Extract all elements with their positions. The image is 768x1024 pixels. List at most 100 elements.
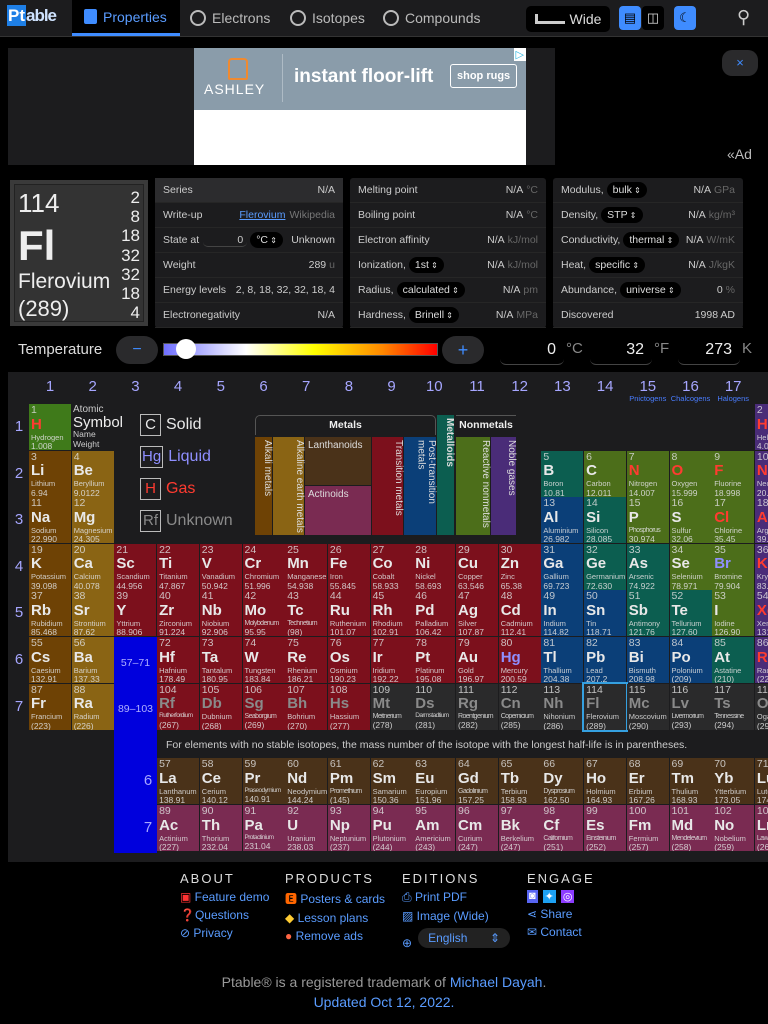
element-thorium[interactable]: 90 Th Thorium 232.04 bbox=[199, 805, 242, 851]
element-tellurium[interactable]: 52 Te Tellurium 127.60 bbox=[669, 590, 712, 637]
element-selenium[interactable]: 34 Se Selenium 78.971 bbox=[669, 543, 712, 590]
element-yttrium[interactable]: 39 Y Yttrium 88.906 bbox=[114, 590, 157, 637]
element-thulium[interactable]: 69 Tm Thulium 168.93 bbox=[669, 758, 712, 804]
element-carbon[interactable]: 6 C Carbon 12.011 bbox=[584, 450, 627, 497]
layout-side-button[interactable]: ◫ bbox=[642, 6, 664, 30]
element-berkelium[interactable]: 97 Bk Berkelium (247) bbox=[498, 805, 541, 851]
layout-top-button[interactable]: ▤ bbox=[619, 6, 641, 30]
wikipedia-link[interactable]: Wikipedia bbox=[289, 209, 335, 221]
element-manganese[interactable]: 25 Mn Manganese 54.938 bbox=[285, 543, 328, 590]
element-iodine[interactable]: 53 I Iodine 126.90 bbox=[712, 590, 755, 637]
group-number[interactable]: 11 bbox=[456, 378, 498, 395]
element-einsteinium[interactable]: 99 Es Einsteinium (252) bbox=[584, 805, 627, 851]
element-curium[interactable]: 96 Cm Curium (247) bbox=[456, 805, 498, 851]
element-rhodium[interactable]: 45 Rh Rhodium 102.91 bbox=[370, 590, 413, 637]
element-bismuth[interactable]: 83 Bi Bismuth 208.98 bbox=[626, 637, 669, 683]
element-beryllium[interactable]: 4 Be Beryllium 9.0122 bbox=[71, 450, 114, 497]
element-technetium[interactable]: 43 Tc Technetium (98) bbox=[285, 590, 328, 637]
privacy-link[interactable]: ⊘ Privacy bbox=[180, 926, 269, 940]
legend-post-transition-metals[interactable]: Post-transition metals bbox=[404, 437, 437, 535]
kelvin-input[interactable]: 273 bbox=[678, 335, 740, 365]
property-select[interactable]: STP bbox=[601, 207, 643, 223]
group-number[interactable]: 10 bbox=[413, 378, 455, 395]
element-copper[interactable]: 29 Cu Copper 63.546 bbox=[456, 543, 498, 590]
writeup-link[interactable]: Flerovium bbox=[239, 209, 285, 221]
actinide-range[interactable]: 89–103 bbox=[114, 703, 157, 715]
element-rhenium[interactable]: 75 Re Rhenium 186.21 bbox=[285, 637, 328, 683]
element-tennessine[interactable]: 117 Ts Tennessine (294) bbox=[712, 683, 755, 730]
tab-compounds[interactable]: Compounds bbox=[383, 0, 481, 36]
print-pdf-link[interactable]: ⎙ Print PDF bbox=[402, 890, 510, 905]
element-iron[interactable]: 26 Fe Iron 55.845 bbox=[327, 543, 370, 590]
element-aluminium[interactable]: 13 Al Aluminium 26.982 bbox=[541, 497, 584, 544]
element-phosphorus[interactable]: 15 P Phosphorus 30.974 bbox=[626, 497, 669, 544]
element-lithium[interactable]: 3 Li Lithium 6.94 bbox=[29, 450, 71, 497]
f-period-number[interactable]: 6 bbox=[138, 772, 158, 789]
element-scandium[interactable]: 21 Sc Scandium 44.956 bbox=[114, 543, 157, 590]
element-fluorine[interactable]: 9 F Fluorine 18.998 bbox=[712, 450, 755, 497]
element-flerovium[interactable]: 114 Fl Flerovium (289) bbox=[582, 681, 629, 732]
element-nickel[interactable]: 28 Ni Nickel 58.693 bbox=[413, 543, 456, 590]
period-number[interactable]: 2 bbox=[9, 465, 29, 482]
period-number[interactable]: 6 bbox=[9, 651, 29, 668]
element-nitrogen[interactable]: 7 N Nitrogen 14.007 bbox=[626, 450, 669, 497]
group-number[interactable]: 18 bbox=[755, 378, 768, 395]
element-actinium[interactable]: 89 Ac Actinium (227) bbox=[157, 805, 200, 851]
state-legend-item[interactable]: Hg Liquid bbox=[140, 446, 211, 468]
element-vanadium[interactable]: 23 V Vanadium 50.942 bbox=[199, 543, 242, 590]
element-rubidium[interactable]: 37 Rb Rubidium 85.468 bbox=[29, 590, 71, 637]
element-neptunium[interactable]: 93 Np Neptunium (237) bbox=[327, 805, 370, 851]
element-promethium[interactable]: 61 Pm Promethium (145) bbox=[327, 758, 370, 804]
element-lawrencium[interactable]: 103LrLawrencium(266) bbox=[754, 805, 768, 851]
image-link[interactable]: ▨ Image (Wide) bbox=[402, 909, 510, 923]
period-number[interactable]: 3 bbox=[9, 511, 29, 528]
remove-ads-link[interactable]: ● Remove ads bbox=[285, 929, 385, 943]
element-ytterbium[interactable]: 70 Yb Ytterbium 173.05 bbox=[712, 758, 755, 804]
element-silicon[interactable]: 14 Si Silicon 28.085 bbox=[584, 497, 627, 544]
element-neon[interactable]: 10NeNeon20.180 bbox=[754, 450, 768, 497]
element-plutonium[interactable]: 94 Pu Plutonium (244) bbox=[370, 805, 413, 851]
group-number[interactable]: 2 bbox=[72, 378, 114, 395]
legend-lanthanoids[interactable]: Lanthanoids bbox=[305, 437, 371, 485]
element-palladium[interactable]: 46 Pd Palladium 106.42 bbox=[413, 590, 456, 637]
element-magnesium[interactable]: 12 Mg Magnesium 24.305 bbox=[71, 497, 114, 544]
element-meitnerium[interactable]: 109 Mt Meitnerium (278) bbox=[370, 683, 413, 730]
element-europium[interactable]: 63 Eu Europium 151.96 bbox=[413, 758, 456, 804]
mastodon-icon[interactable]: ◎ bbox=[560, 890, 575, 903]
element-rutherfordium[interactable]: 104 Rf Rutherfordium (267) bbox=[157, 683, 200, 730]
group-number[interactable]: 3 bbox=[114, 378, 156, 395]
element-xenon[interactable]: 54XeXenon131.29 bbox=[754, 590, 768, 637]
element-cobalt[interactable]: 27 Co Cobalt 58.933 bbox=[370, 543, 413, 590]
element-astatine[interactable]: 85 At Astatine (210) bbox=[712, 637, 755, 683]
element-protactinium[interactable]: 91 Pa Protactinium 231.04 bbox=[242, 805, 285, 851]
group-number[interactable]: 13 bbox=[541, 378, 583, 395]
element-argon[interactable]: 18ArArgon39.95 bbox=[754, 497, 768, 544]
posters-link[interactable]: 🅴 Posters & cards bbox=[285, 890, 385, 907]
element-oganesson[interactable]: 118OgOganesson(294) bbox=[754, 683, 768, 730]
element-oxygen[interactable]: 8 O Oxygen 15.999 bbox=[669, 450, 712, 497]
element-krypton[interactable]: 36KrKrypton83.798 bbox=[754, 543, 768, 590]
element-chlorine[interactable]: 17 Cl Chlorine 35.45 bbox=[712, 497, 755, 544]
tab-electrons[interactable]: Electrons bbox=[190, 0, 270, 36]
period-number[interactable]: 4 bbox=[9, 558, 29, 575]
element-indium[interactable]: 49 In Indium 114.82 bbox=[541, 590, 584, 637]
legend-reactive-nonmetals[interactable]: Reactive nonmetals bbox=[456, 437, 491, 535]
element-tin[interactable]: 50 Sn Tin 118.71 bbox=[584, 590, 627, 637]
property-select[interactable]: Brinell bbox=[408, 307, 459, 323]
state-legend-item[interactable]: C Solid bbox=[140, 414, 202, 436]
element-erbium[interactable]: 68 Er Erbium 167.26 bbox=[626, 758, 669, 804]
element-germanium[interactable]: 32 Ge Germanium 72.630 bbox=[584, 543, 627, 590]
element-antimony[interactable]: 51 Sb Antimony 121.76 bbox=[626, 590, 669, 637]
element-thallium[interactable]: 81 Tl Thallium 204.38 bbox=[541, 637, 584, 683]
temperature-decrease-button[interactable]: − bbox=[116, 336, 158, 364]
element-arsenic[interactable]: 33 As Arsenic 74.922 bbox=[626, 543, 669, 590]
ad-cta-button[interactable]: shop rugs bbox=[450, 64, 518, 88]
element-molybdenum[interactable]: 42 Mo Molybdenum 95.95 bbox=[242, 590, 285, 637]
element-samarium[interactable]: 62 Sm Samarium 150.36 bbox=[370, 758, 413, 804]
element-bromine[interactable]: 35 Br Bromine 79.904 bbox=[712, 543, 755, 590]
share-link[interactable]: ⋖ Share bbox=[527, 907, 595, 921]
group-name[interactable]: Halogens bbox=[710, 394, 756, 403]
element-hafnium[interactable]: 72 Hf Hafnium 178.49 bbox=[157, 637, 200, 683]
group-number[interactable]: 15 bbox=[627, 378, 669, 395]
f-period-number[interactable]: 7 bbox=[138, 819, 158, 836]
